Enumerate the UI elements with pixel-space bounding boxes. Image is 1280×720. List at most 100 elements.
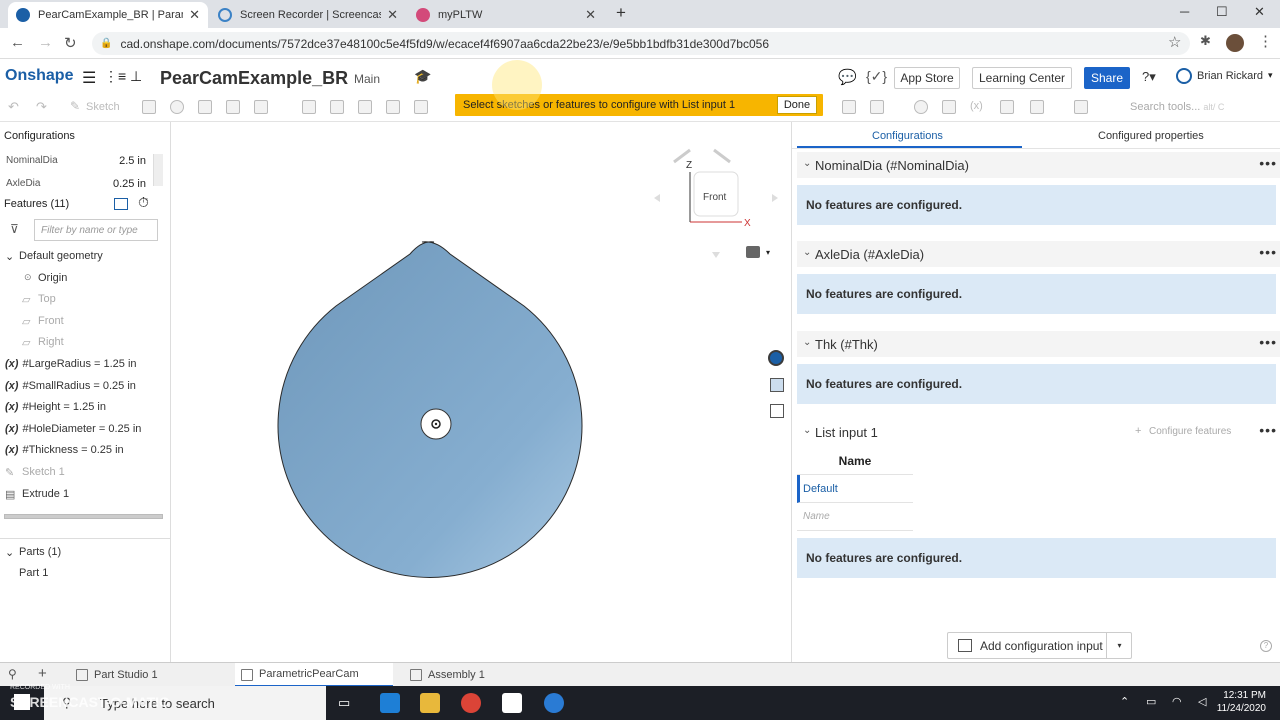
more-options-icon[interactable]: ••• bbox=[1259, 155, 1277, 171]
taskbar-clock[interactable]: 12:31 PM 11/24/2020 bbox=[1217, 689, 1266, 715]
volume-icon[interactable]: ◁ bbox=[1198, 695, 1206, 708]
browser-tab-mypltw[interactable]: myPLTW ✕ bbox=[408, 2, 604, 28]
section-view-icon[interactable] bbox=[770, 378, 784, 392]
more-options-icon[interactable]: ••• bbox=[1259, 244, 1277, 260]
default-geometry-item[interactable]: Default geometry bbox=[19, 250, 103, 262]
user-name[interactable]: Brian Rickard bbox=[1197, 70, 1263, 82]
help-icon[interactable]: ?▾ bbox=[1142, 69, 1156, 85]
custom-features-icon[interactable] bbox=[1074, 100, 1088, 114]
redo-icon[interactable]: ↷ bbox=[36, 99, 47, 115]
rollback-bar[interactable] bbox=[4, 514, 163, 519]
chevron-down-icon[interactable]: ⌄ bbox=[803, 247, 811, 258]
parts-chevron-icon[interactable]: ⌄ bbox=[5, 546, 14, 559]
transform-tool-icon[interactable] bbox=[1000, 100, 1014, 114]
revolve-tool-icon[interactable] bbox=[170, 100, 184, 114]
more-options-icon[interactable]: ••• bbox=[1259, 334, 1277, 350]
appearance-icon[interactable] bbox=[768, 350, 784, 366]
extensions-icon[interactable]: ✱ bbox=[1200, 33, 1211, 49]
battery-icon[interactable]: ▭ bbox=[1146, 695, 1156, 708]
chevron-down-icon[interactable]: ⌄ bbox=[803, 158, 811, 169]
chamfer-tool-icon[interactable] bbox=[330, 100, 344, 114]
close-tab-icon[interactable]: ✕ bbox=[585, 7, 596, 23]
photos-icon[interactable] bbox=[502, 693, 522, 713]
list-row-default[interactable]: Default bbox=[797, 475, 913, 503]
profile-avatar[interactable] bbox=[1226, 34, 1244, 52]
tab-part-studio-1[interactable]: Part Studio 1 bbox=[70, 663, 230, 687]
new-tab-button[interactable]: + bbox=[616, 3, 626, 23]
view-options-icon[interactable] bbox=[746, 246, 760, 258]
bookmark-star-icon[interactable]: ☆ bbox=[1168, 33, 1181, 51]
tab-parametricpearcam[interactable]: ParametricPearCam bbox=[235, 663, 393, 687]
task-view-icon[interactable]: ▭ bbox=[338, 695, 350, 711]
sketch-button[interactable]: Sketch bbox=[86, 101, 120, 113]
insert-tab-icon[interactable]: + bbox=[38, 665, 47, 682]
cam-profile[interactable] bbox=[277, 241, 583, 578]
file-explorer-icon[interactable] bbox=[420, 693, 440, 713]
variable-item-smallradius[interactable]: (x) #SmallRadius = 0.25 in bbox=[5, 380, 136, 392]
config-value[interactable]: 0.25 in bbox=[113, 178, 146, 190]
screencast-icon[interactable] bbox=[544, 693, 564, 713]
undo-icon[interactable]: ↶ bbox=[8, 99, 19, 115]
fillet-tool-icon[interactable] bbox=[302, 100, 316, 114]
maximize-icon[interactable]: ☐ bbox=[1216, 4, 1228, 20]
share-button[interactable]: Share bbox=[1084, 67, 1130, 89]
part-item[interactable]: Part 1 bbox=[19, 567, 48, 579]
shell-tool-icon[interactable] bbox=[414, 100, 428, 114]
more-options-icon[interactable]: ••• bbox=[1259, 422, 1277, 438]
reload-icon[interactable]: ↻ bbox=[64, 34, 77, 52]
default-geometry-chevron-icon[interactable]: ⌄ bbox=[5, 250, 14, 263]
parts-heading[interactable]: Parts (1) bbox=[19, 546, 61, 558]
done-button[interactable]: Done bbox=[777, 96, 817, 114]
variable-item-height[interactable]: (x) #Height = 1.25 in bbox=[5, 401, 106, 413]
browser-tab-screencast[interactable]: Screen Recorder | Screencast-O- ✕ bbox=[210, 2, 406, 28]
mate-connector-tool-icon[interactable] bbox=[870, 100, 884, 114]
config-section-list-input[interactable]: ⌄ List input 1 + Configure features ••• bbox=[797, 419, 1280, 445]
draft-tool-icon[interactable] bbox=[358, 100, 372, 114]
right-plane-item[interactable]: Right bbox=[38, 336, 64, 348]
timer-icon[interactable]: ⏱ bbox=[138, 194, 149, 211]
forward-icon[interactable]: → bbox=[38, 34, 53, 51]
rollback-icon[interactable] bbox=[114, 198, 128, 210]
minimize-icon[interactable]: ─ bbox=[1180, 4, 1189, 19]
app-store-button[interactable]: App Store bbox=[894, 67, 960, 89]
config-section-thk[interactable]: ⌄ Thk (#Thk) ••• bbox=[797, 331, 1280, 357]
config-section-nominaldia[interactable]: ⌄ NominalDia (#NominalDia) ••• bbox=[797, 152, 1280, 178]
config-scrollbar[interactable] bbox=[153, 154, 163, 186]
workspace-name[interactable]: Main bbox=[354, 72, 380, 86]
dropdown-chevron-icon[interactable]: ▾ bbox=[1106, 633, 1132, 658]
url-field[interactable]: 🔒 cad.onshape.com/documents/7572dce37e48… bbox=[92, 32, 1190, 55]
back-icon[interactable]: ← bbox=[10, 34, 25, 51]
learning-center-button[interactable]: Learning Center bbox=[972, 67, 1072, 89]
browser-tab-onshape[interactable]: PearCamExample_BR | Parametric ✕ bbox=[8, 2, 208, 28]
config-section-axledia[interactable]: ⌄ AxleDia (#AxleDia) ••• bbox=[797, 241, 1280, 267]
view-options-chevron-icon[interactable]: ▾ bbox=[766, 248, 770, 257]
chevron-down-icon[interactable]: ⌄ bbox=[803, 337, 811, 348]
config-row-axledia[interactable]: AxleDia 0.25 in bbox=[6, 178, 146, 190]
feature-filter-input[interactable]: Filter by name or type bbox=[34, 219, 158, 241]
chrome-icon[interactable] bbox=[461, 693, 481, 713]
chevron-down-icon[interactable]: ⌄ bbox=[803, 425, 811, 436]
add-configuration-input-button[interactable]: Add configuration input ▾ bbox=[947, 632, 1132, 659]
close-tab-icon[interactable]: ✕ bbox=[387, 7, 398, 23]
hamburger-menu-icon[interactable]: ☰ bbox=[82, 68, 96, 88]
boolean-tool-icon[interactable] bbox=[914, 100, 928, 114]
tab-assembly-1[interactable]: Assembly 1 bbox=[404, 663, 564, 687]
edge-icon[interactable] bbox=[380, 693, 400, 713]
versions-icon[interactable]: {✓} bbox=[866, 68, 887, 85]
origin-item[interactable]: Origin bbox=[38, 272, 67, 284]
tab-configured-properties[interactable]: Configured properties bbox=[1098, 130, 1204, 142]
viewcube-face-label[interactable]: Front bbox=[703, 192, 726, 203]
viewcube-rotate-arrows-icon[interactable] bbox=[673, 148, 731, 164]
document-title[interactable]: PearCamExample_BR bbox=[160, 68, 348, 89]
config-value[interactable]: 2.5 in bbox=[119, 155, 146, 167]
onshape-logo[interactable]: Onshape bbox=[5, 67, 73, 85]
variable-item-largeradius[interactable]: (x) #LargeRadius = 1.25 in bbox=[5, 358, 137, 370]
thicken-tool-icon[interactable] bbox=[254, 100, 268, 114]
sketch-feature-item[interactable]: Sketch 1 bbox=[22, 466, 65, 478]
configure-features-button[interactable]: Configure features bbox=[1149, 426, 1231, 437]
config-row-nominaldia[interactable]: NominalDia 2.5 in bbox=[6, 155, 146, 167]
tab-manager-icon[interactable]: ⚲ bbox=[8, 667, 17, 681]
variable-item-thickness[interactable]: (x) #Thickness = 0.25 in bbox=[5, 444, 124, 456]
loft-tool-icon[interactable] bbox=[226, 100, 240, 114]
extrude-tool-icon[interactable] bbox=[142, 100, 156, 114]
